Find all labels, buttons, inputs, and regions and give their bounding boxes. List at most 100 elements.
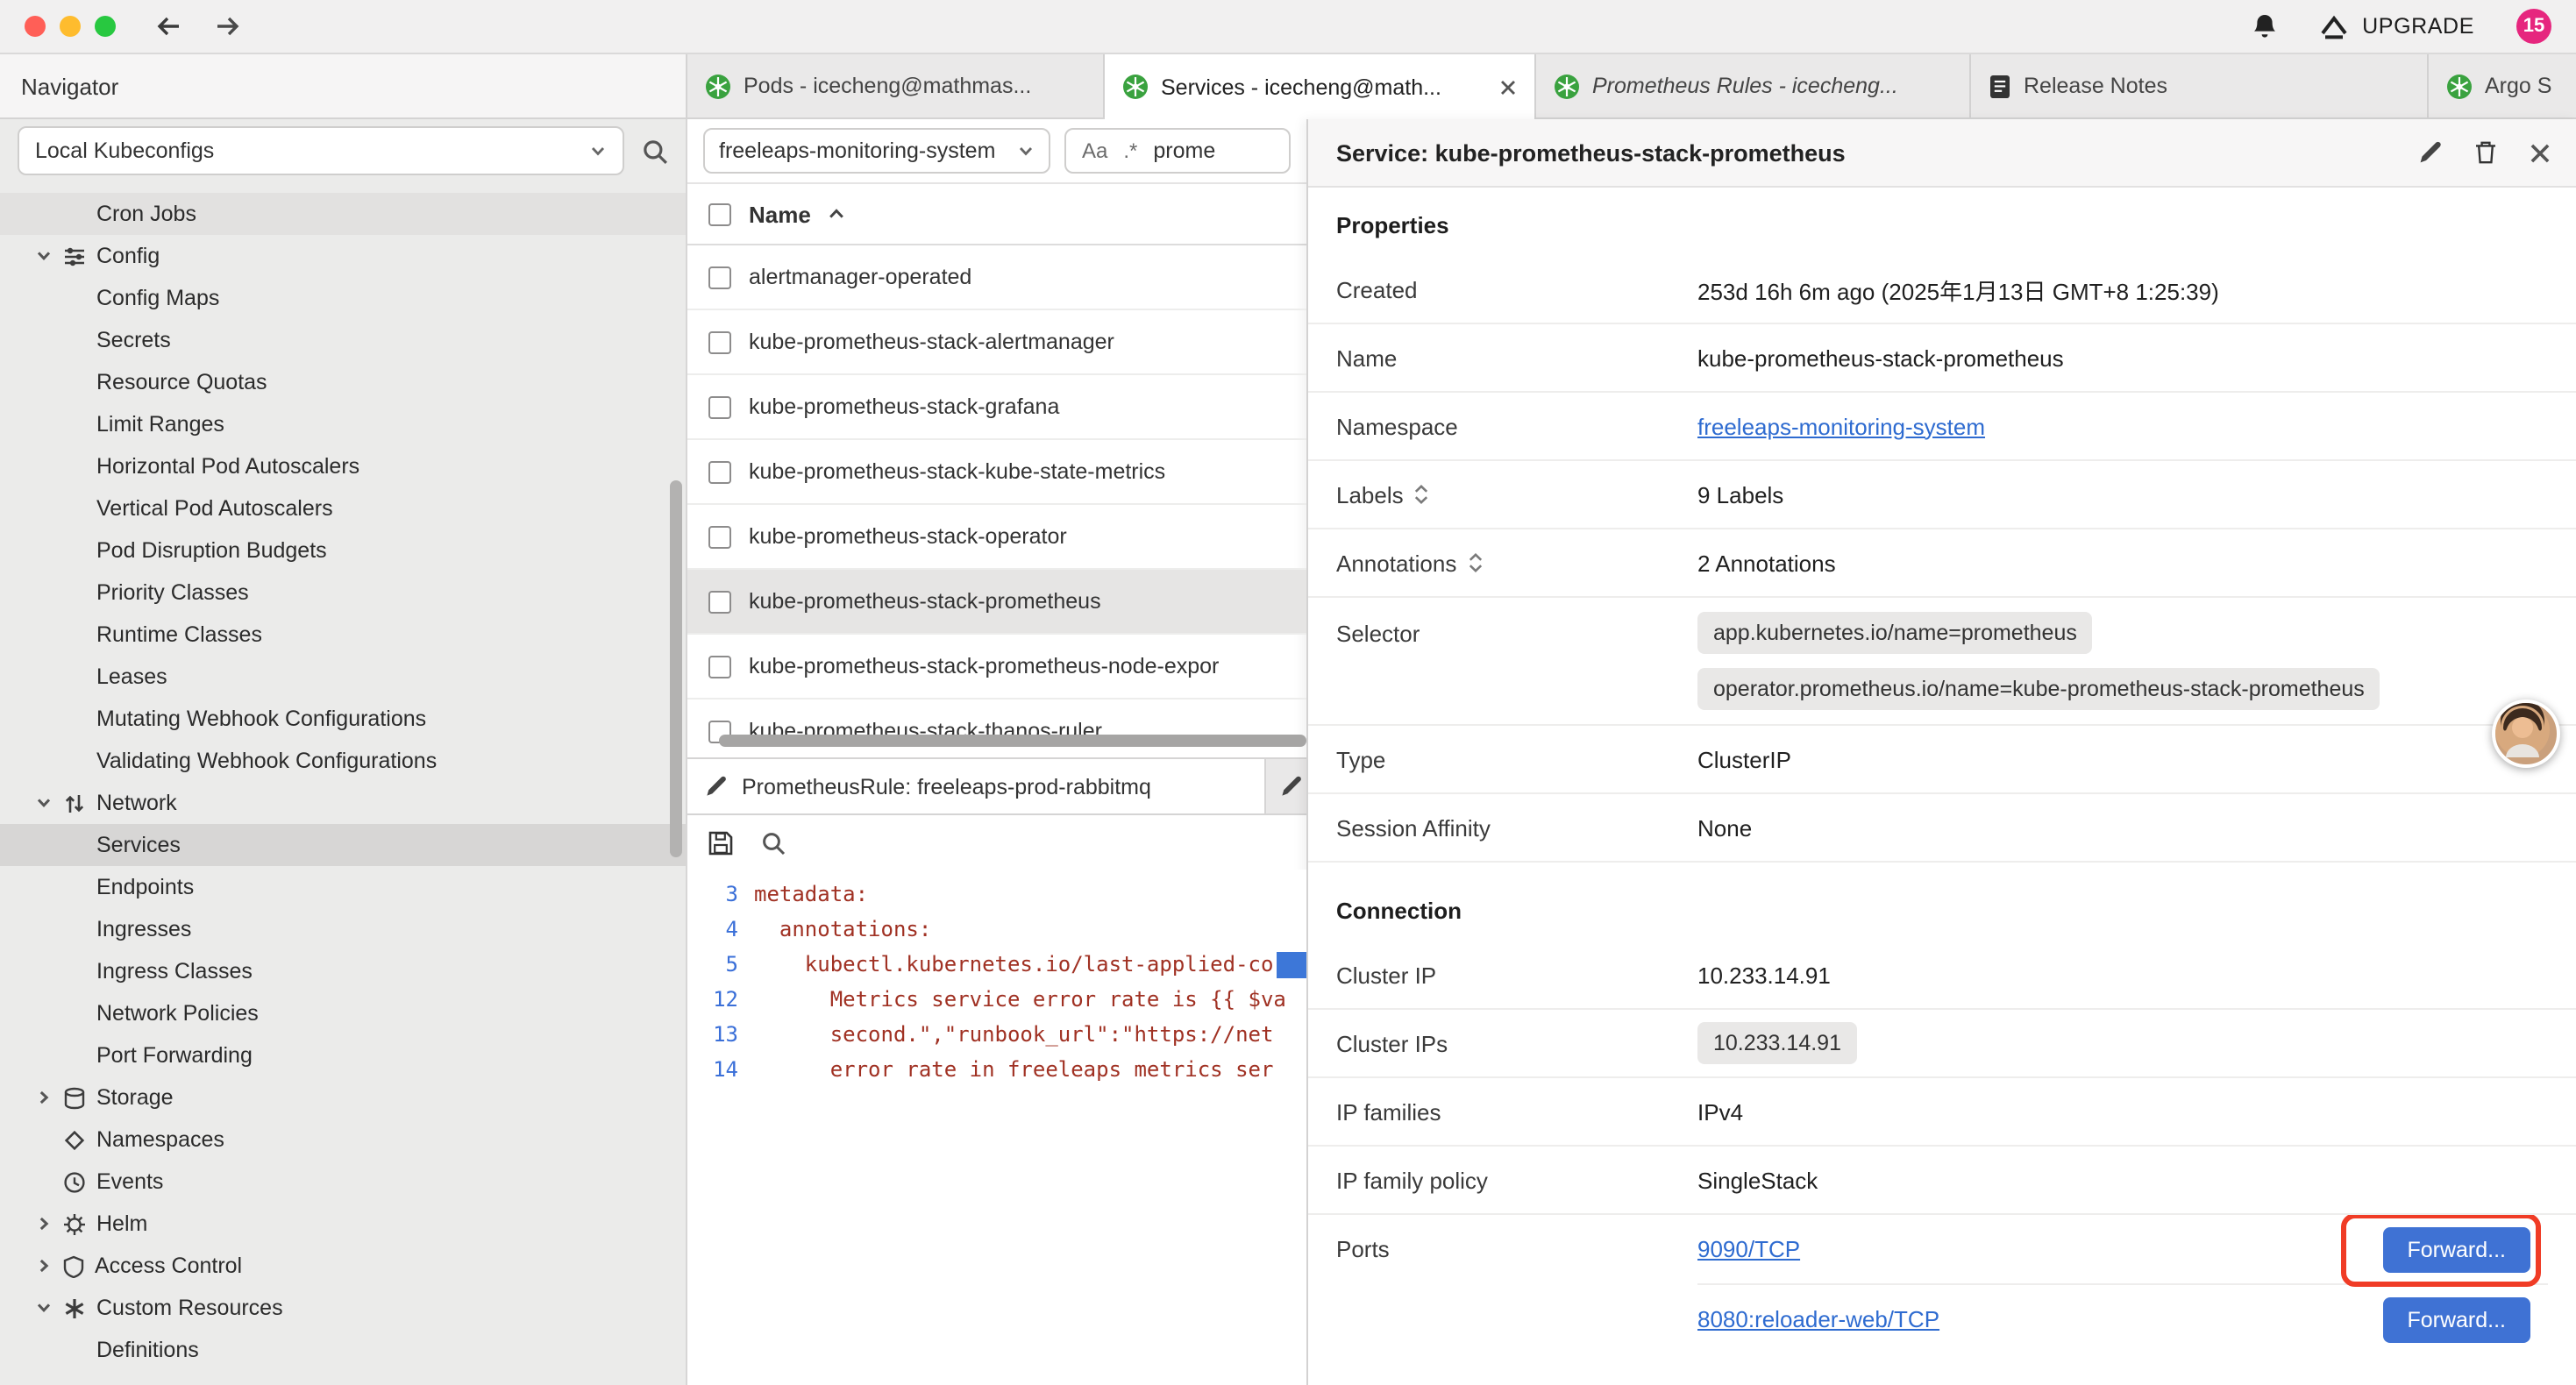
- row-checkbox[interactable]: [708, 266, 731, 288]
- notifications-bell-icon[interactable]: [2252, 12, 2278, 40]
- namespaces-icon: [63, 1128, 86, 1151]
- avatar[interactable]: [2492, 700, 2560, 768]
- sidebar-item-port-forwarding[interactable]: Port Forwarding: [0, 1034, 686, 1076]
- edit-icon[interactable]: [2418, 140, 2443, 165]
- trash-icon[interactable]: [2474, 140, 2497, 165]
- sort-ascending-icon[interactable]: [829, 207, 846, 221]
- table-row-selected[interactable]: kube-prometheus-stack-prometheus: [687, 570, 1306, 635]
- sidebar-item-resource-quotas[interactable]: Resource Quotas: [0, 361, 686, 403]
- sidebar-item-vertical-pod-autoscalers[interactable]: Vertical Pod Autoscalers: [0, 487, 686, 529]
- sidebar-item-limit-ranges[interactable]: Limit Ranges: [0, 403, 686, 445]
- namespace-selector[interactable]: freeleaps-monitoring-system: [703, 128, 1050, 174]
- port-link[interactable]: 9090/TCP: [1697, 1236, 1800, 1262]
- tab-pods[interactable]: Pods - icecheng@mathmas...: [687, 54, 1105, 117]
- sidebar-item-network-policies[interactable]: Network Policies: [0, 992, 686, 1034]
- sidebar-item-ingress-classes[interactable]: Ingress Classes: [0, 950, 686, 992]
- sidebar-item-runtime-classes[interactable]: Runtime Classes: [0, 614, 686, 656]
- sidebar-item-ingresses[interactable]: Ingresses: [0, 908, 686, 950]
- annotations-count[interactable]: 2 Annotations: [1697, 550, 2548, 576]
- selector-chip: app.kubernetes.io/name=prometheus: [1697, 612, 2093, 654]
- drawer-title: Service: kube-prometheus-stack-prometheu…: [1336, 139, 1846, 166]
- sidebar-item-network[interactable]: Network: [0, 782, 686, 824]
- sidebar-item-config-maps[interactable]: Config Maps: [0, 277, 686, 319]
- tab-prometheus-rules[interactable]: Prometheus Rules - icecheng...: [1536, 54, 1971, 117]
- name-column-header[interactable]: Name: [749, 201, 811, 227]
- select-all-checkbox[interactable]: [708, 202, 731, 225]
- sidebar-item-events[interactable]: Events: [0, 1161, 686, 1203]
- port-line: 9090/TCP Forward...: [1697, 1215, 2548, 1285]
- forward-button[interactable]: Forward...: [2382, 1226, 2530, 1272]
- tab-release-notes[interactable]: Release Notes: [1971, 54, 2429, 117]
- horizontal-scrollbar[interactable]: [719, 735, 1306, 747]
- sidebar-scrollbar[interactable]: [670, 480, 682, 857]
- close-window-button[interactable]: [25, 16, 46, 37]
- sidebar-item-priority-classes[interactable]: Priority Classes: [0, 572, 686, 614]
- expand-toggle-icon[interactable]: [1414, 484, 1430, 505]
- tab-services[interactable]: Services - icecheng@math...: [1105, 54, 1536, 119]
- drawer-header: Service: kube-prometheus-stack-prometheu…: [1308, 119, 2576, 188]
- sidebar-item-definitions[interactable]: Definitions: [0, 1329, 686, 1371]
- sidebar-item-cron-jobs[interactable]: Cron Jobs: [0, 193, 686, 235]
- sidebar-item-horizontal-pod-autoscalers[interactable]: Horizontal Pod Autoscalers: [0, 445, 686, 487]
- table-row[interactable]: alertmanager-operated: [687, 245, 1306, 310]
- ip-family-policy-row: IP family policy SingleStack: [1308, 1147, 2576, 1215]
- sidebar-item-mutating-webhook-configurations[interactable]: Mutating Webhook Configurations: [0, 698, 686, 740]
- row-checkbox[interactable]: [708, 460, 731, 483]
- storage-icon: [63, 1086, 86, 1109]
- sidebar-item-access-control[interactable]: Access Control: [0, 1245, 686, 1287]
- forward-button[interactable]: Forward...: [2382, 1296, 2530, 1342]
- port-link[interactable]: 8080:reloader-web/TCP: [1697, 1306, 1939, 1332]
- tab-argo[interactable]: Argo S: [2429, 54, 2576, 117]
- zoom-window-button[interactable]: [95, 16, 116, 37]
- upgrade-button[interactable]: UPGRADE: [2320, 13, 2474, 39]
- close-drawer-icon[interactable]: [2529, 141, 2551, 164]
- search-query: prome: [1153, 138, 1215, 163]
- sidebar-item-pod-disruption-budgets[interactable]: Pod Disruption Budgets: [0, 529, 686, 572]
- sidebar-item-validating-webhook-configurations[interactable]: Validating Webhook Configurations: [0, 740, 686, 782]
- tab-bar: Navigator Pods - icecheng@mathmas... Ser…: [0, 54, 2576, 119]
- table-row[interactable]: kube-prometheus-stack-prometheus-node-ex…: [687, 635, 1306, 700]
- sidebar-item-leases[interactable]: Leases: [0, 656, 686, 698]
- search-input[interactable]: Aa .* prome: [1064, 128, 1291, 174]
- table-row[interactable]: kube-prometheus-stack-alertmanager: [687, 310, 1306, 375]
- port-line: 8080:reloader-web/TCP Forward...: [1697, 1285, 2548, 1353]
- kubeconfig-selector[interactable]: Local Kubeconfigs: [18, 126, 624, 175]
- sidebar-item-helm[interactable]: Helm: [0, 1203, 686, 1245]
- sidebar-item-secrets[interactable]: Secrets: [0, 319, 686, 361]
- row-checkbox[interactable]: [708, 330, 731, 353]
- back-button[interactable]: [154, 14, 182, 39]
- table-row[interactable]: kube-prometheus-stack-operator: [687, 505, 1306, 570]
- sidebar-item-storage[interactable]: Storage: [0, 1076, 686, 1119]
- row-checkbox[interactable]: [708, 655, 731, 678]
- yaml-editor[interactable]: 3 4 5 12 13 14 metadata: annotations: ku…: [687, 870, 1306, 1385]
- table-row[interactable]: kube-prometheus-stack-thanos-ruler: [687, 700, 1306, 757]
- save-icon[interactable]: [708, 830, 733, 855]
- namespace-link[interactable]: freeleaps-monitoring-system: [1697, 413, 1985, 439]
- regex-toggle[interactable]: .*: [1123, 138, 1137, 163]
- sidebar-search-icon[interactable]: [642, 138, 668, 164]
- dock-tab-partial[interactable]: [1266, 759, 1306, 813]
- sidebar-item-services[interactable]: Services: [0, 824, 686, 866]
- match-case-toggle[interactable]: Aa: [1082, 138, 1107, 163]
- table-row[interactable]: kube-prometheus-stack-kube-state-metrics: [687, 440, 1306, 505]
- table-row[interactable]: kube-prometheus-stack-grafana: [687, 375, 1306, 440]
- dock-tab-prometheusrule[interactable]: PrometheusRule: freeleaps-prod-rabbitmq: [687, 759, 1266, 813]
- row-checkbox[interactable]: [708, 395, 731, 418]
- sidebar-item-namespaces[interactable]: Namespaces: [0, 1119, 686, 1161]
- labels-count[interactable]: 9 Labels: [1697, 481, 2548, 508]
- forward-button[interactable]: [214, 14, 242, 39]
- expand-toggle-icon[interactable]: [1467, 552, 1483, 573]
- sidebar-item-custom-resources[interactable]: Custom Resources: [0, 1287, 686, 1329]
- close-tab-icon[interactable]: [1499, 78, 1517, 96]
- sidebar-item-endpoints[interactable]: Endpoints: [0, 866, 686, 908]
- sidebar-item-config[interactable]: Config: [0, 235, 686, 277]
- notification-count-badge[interactable]: 15: [2516, 9, 2551, 44]
- row-checkbox[interactable]: [708, 525, 731, 548]
- navigator-panel-tab[interactable]: Navigator: [0, 54, 687, 117]
- row-checkbox[interactable]: [708, 590, 731, 613]
- editor-content: metadata: annotations: kubectl.kubernete…: [754, 877, 1306, 1385]
- asterisk-icon: [63, 1296, 86, 1319]
- editor-search-icon[interactable]: [761, 830, 786, 855]
- minimize-window-button[interactable]: [60, 16, 81, 37]
- window-controls: [25, 16, 116, 37]
